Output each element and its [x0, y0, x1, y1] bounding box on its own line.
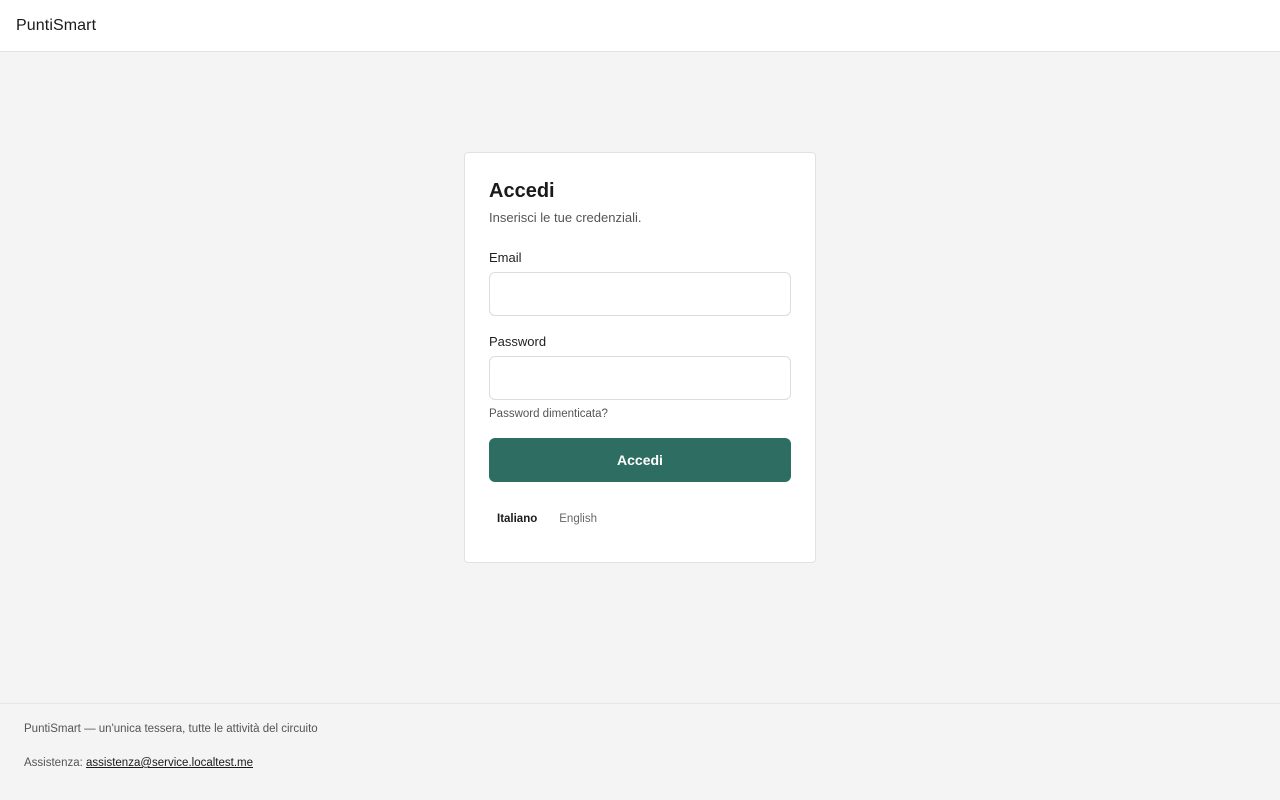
footer-tagline: PuntiSmart — un'unica tessera, tutte le …: [24, 723, 318, 735]
login-card: Accedi Inserisci le tue credenziali. Ema…: [464, 152, 816, 563]
footer-support: Assistenza: assistenza@service.localtest…: [24, 756, 1280, 770]
top-bar: PuntiSmart: [0, 0, 1280, 52]
language-option-italiano[interactable]: Italiano: [497, 512, 537, 526]
support-email-link[interactable]: assistenza@service.localtest.me: [86, 757, 253, 769]
language-switcher: Italiano English: [489, 512, 791, 526]
login-button[interactable]: Accedi: [489, 438, 791, 482]
brand-logo[interactable]: PuntiSmart: [16, 17, 96, 35]
footer: PuntiSmart — un'unica tessera, tutte le …: [0, 703, 1280, 800]
email-field[interactable]: [489, 272, 791, 316]
language-option-english[interactable]: English: [559, 512, 597, 526]
password-field[interactable]: [489, 356, 791, 400]
support-label: Assistenza:: [24, 757, 83, 769]
page-subtitle: Inserisci le tue credenziali.: [489, 210, 642, 225]
email-label: Email: [489, 250, 522, 265]
password-label: Password: [489, 334, 547, 349]
forgot-password-link[interactable]: Password dimenticata?: [489, 407, 608, 421]
page-title: Accedi: [489, 180, 555, 202]
